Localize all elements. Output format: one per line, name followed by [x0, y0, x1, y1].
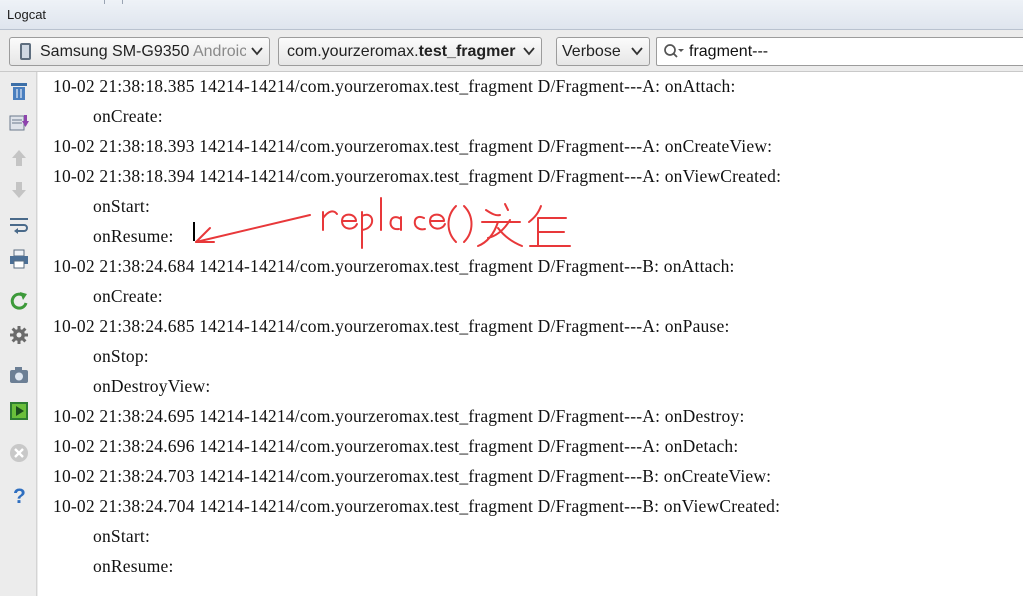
screen-record-icon[interactable]	[8, 400, 30, 422]
scroll-to-end-icon[interactable]	[8, 112, 30, 134]
log-line: 10-02 21:38:24.704 14214-14214/com.yourz…	[53, 496, 781, 516]
search-input[interactable]	[689, 41, 1019, 63]
log-line: 10-02 21:38:24.696 14214-14214/com.yourz…	[53, 436, 739, 456]
tab-divider	[104, 0, 105, 4]
log-line: 10-02 21:38:18.393 14214-14214/com.yourz…	[53, 136, 773, 156]
log-line-continuation: onStart:	[93, 196, 151, 216]
log-line-continuation: onCreate:	[93, 286, 163, 306]
log-line-continuation: onStart:	[93, 526, 151, 546]
close-icon[interactable]	[8, 442, 30, 464]
help-icon[interactable]: ?	[8, 484, 30, 506]
log-line-continuation: onDestroyView:	[93, 376, 211, 396]
settings-icon[interactable]	[8, 324, 30, 346]
chevron-down-icon	[523, 47, 535, 56]
log-line-continuation: onResume:	[93, 556, 174, 576]
device-icon	[20, 43, 31, 60]
log-line: 10-02 21:38:24.703 14214-14214/com.yourz…	[53, 466, 772, 486]
log-line-continuation: onResume:	[93, 226, 174, 246]
arrow-down-icon[interactable]	[8, 179, 30, 201]
device-dropdown[interactable]: Samsung SM-G9350 Androic	[9, 37, 270, 66]
search-icon[interactable]	[663, 43, 685, 61]
tab-divider	[122, 0, 123, 4]
device-suffix: Androic	[192, 43, 246, 60]
svg-text:?: ?	[13, 485, 26, 506]
toolbar: Samsung SM-G9350 Androic com.yourzeromax…	[0, 30, 1023, 72]
process-name-bold: test_fragmer	[418, 43, 516, 60]
text-caret	[193, 222, 195, 241]
arrow-up-icon[interactable]	[8, 147, 30, 169]
log-line: 10-02 21:38:18.394 14214-14214/com.yourz…	[53, 166, 782, 186]
search-box[interactable]	[656, 37, 1023, 66]
process-dropdown[interactable]: com.yourzeromax.test_fragmer	[278, 37, 542, 66]
restart-icon[interactable]	[8, 290, 30, 312]
title-bar: Logcat	[0, 0, 1023, 30]
trash-icon[interactable]	[8, 80, 30, 102]
log-line: 10-02 21:38:24.685 14214-14214/com.yourz…	[53, 316, 730, 336]
print-icon[interactable]	[8, 248, 30, 270]
soft-wrap-icon[interactable]	[8, 214, 30, 236]
log-line-continuation: onStop:	[93, 346, 149, 366]
logcat-window: Logcat Samsung SM-G9350 Androic com.your…	[0, 0, 1023, 596]
side-toolbar: ?	[0, 72, 37, 596]
log-line: 10-02 21:38:24.684 14214-14214/com.yourz…	[53, 256, 735, 276]
screenshot-icon[interactable]	[8, 364, 30, 386]
log-level-value: Verbose	[562, 43, 621, 60]
log-output[interactable]: 10-02 21:38:18.385 14214-14214/com.yourz…	[38, 72, 1023, 596]
device-name: Samsung SM-G9350	[40, 43, 190, 60]
chevron-down-icon	[631, 47, 643, 56]
window-title: Logcat	[7, 7, 47, 22]
chevron-down-icon	[251, 47, 263, 56]
process-prefix: com.yourzeromax.	[287, 43, 419, 60]
log-line: 10-02 21:38:18.385 14214-14214/com.yourz…	[53, 76, 736, 96]
log-level-dropdown[interactable]: Verbose	[556, 37, 650, 66]
log-line: 10-02 21:38:24.695 14214-14214/com.yourz…	[53, 406, 745, 426]
log-line-continuation: onCreate:	[93, 106, 163, 126]
